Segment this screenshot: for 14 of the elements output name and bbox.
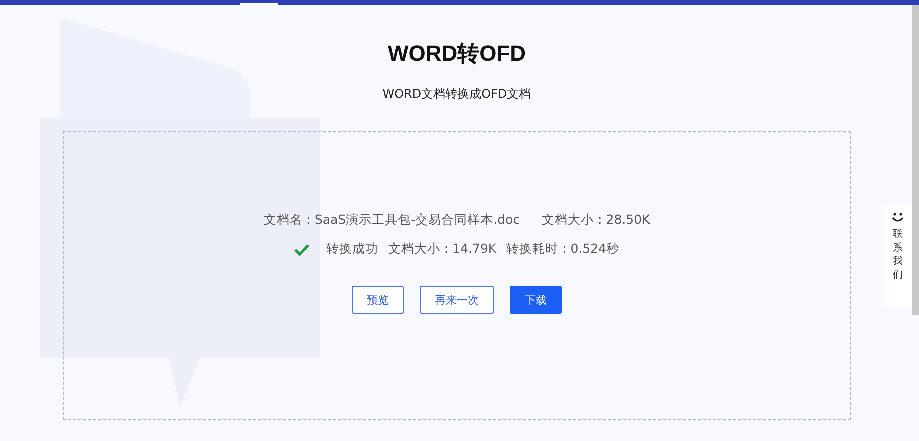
tab-indicator	[240, 3, 278, 5]
file-size: 文档大小 : 28.50K	[542, 212, 650, 229]
page-subtitle: WORD文档转换成OFD文档	[382, 86, 532, 103]
preview-button[interactable]: 预览	[352, 286, 404, 314]
smiley-icon	[892, 213, 904, 223]
file-name: 文档名 : SaaS演示工具包-交易合同样本.doc	[264, 212, 520, 229]
conversion-time: 转换耗时 : 0.524秒	[506, 241, 620, 258]
retry-button[interactable]: 再来一次	[420, 286, 494, 314]
page-title: WORD转OFD	[388, 40, 526, 68]
output-size: 文档大小 : 14.79K	[388, 241, 497, 258]
conversion-status: 转换成功	[326, 241, 378, 258]
scrollbar[interactable]	[912, 5, 919, 315]
contact-us-tab[interactable]: 联系我们	[884, 205, 912, 307]
download-button[interactable]: 下载	[510, 286, 562, 314]
